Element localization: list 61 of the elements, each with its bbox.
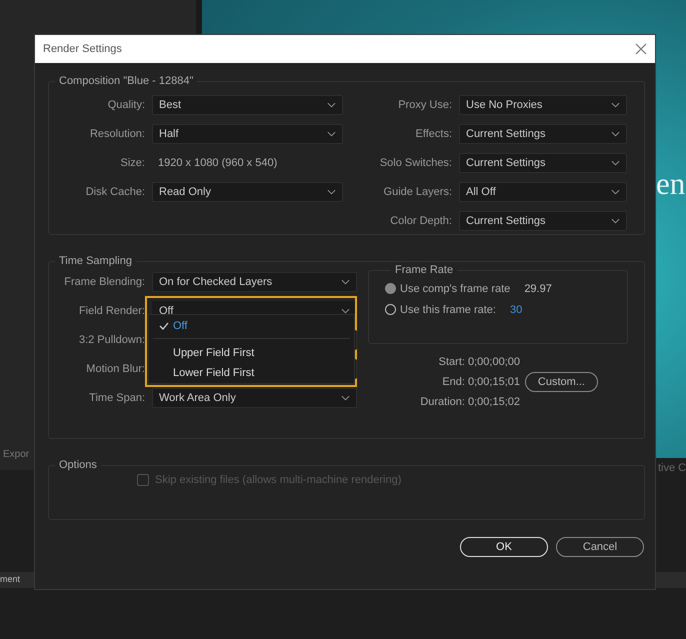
- frame-rate-input[interactable]: 30: [510, 304, 522, 316]
- radio-label[interactable]: Use comp's frame rate: [400, 282, 510, 294]
- chevron-down-icon: [327, 188, 336, 194]
- custom-button[interactable]: Custom...: [524, 372, 598, 392]
- radio-label[interactable]: Use this frame rate:: [400, 304, 496, 316]
- radio-button[interactable]: [385, 283, 396, 294]
- field-label: Field Render:: [78, 304, 145, 316]
- column-header: ment: [0, 574, 20, 584]
- field-label: Resolution:: [88, 128, 145, 140]
- dropdown[interactable]: Half: [152, 124, 343, 144]
- field-label: Size:: [120, 156, 145, 168]
- field-label: Time Span:: [88, 392, 145, 404]
- dropdown[interactable]: Best: [152, 94, 343, 114]
- field-label: Solo Switches:: [378, 156, 452, 168]
- dropdown[interactable]: All Off: [459, 182, 627, 202]
- chevron-down-icon: [327, 102, 336, 108]
- chevron-down-icon: [611, 218, 620, 224]
- panel-label: tive C: [658, 462, 686, 474]
- cancel-button[interactable]: Cancel: [556, 537, 644, 557]
- field-label: Proxy Use:: [397, 98, 452, 110]
- radio-button[interactable]: [385, 304, 396, 315]
- window-title: Render Settings: [43, 43, 122, 55]
- chevron-down-icon: [341, 308, 350, 314]
- chevron-down-icon: [611, 188, 620, 194]
- field-label: Effects:: [414, 128, 452, 140]
- close-icon[interactable]: [635, 43, 647, 55]
- dropdown[interactable]: Current Settings: [459, 152, 627, 172]
- dropdown[interactable]: Current Settings: [459, 124, 627, 144]
- time-readout: End: 0;00;15;01: [442, 376, 520, 388]
- frame-rate-value: 29.97: [524, 282, 552, 294]
- checkmark-icon: [159, 322, 169, 330]
- dropdown[interactable]: Read Only: [152, 182, 343, 202]
- group-title: Composition "Blue - 12884": [58, 75, 194, 87]
- time-readout: Start: 0;00;00;00: [438, 356, 520, 368]
- chevron-down-icon: [327, 130, 336, 136]
- menu-item[interactable]: Upper Field First: [153, 342, 350, 363]
- ok-button[interactable]: OK: [460, 537, 548, 557]
- chevron-down-icon: [341, 394, 350, 400]
- dropdown[interactable]: Work Area Only: [152, 388, 357, 408]
- field-label: Quality:: [106, 98, 145, 110]
- chevron-down-icon: [611, 102, 620, 108]
- dropdown[interactable]: Use No Proxies: [459, 94, 627, 114]
- field-label: Guide Layers:: [382, 186, 452, 198]
- menu-item[interactable]: Lower Field First: [153, 362, 350, 383]
- chevron-down-icon: [341, 278, 350, 284]
- group-title: Frame Rate: [394, 264, 454, 276]
- field-label: Color Depth:: [389, 214, 452, 226]
- field-label: Frame Blending:: [63, 276, 145, 288]
- group-title: Time Sampling: [58, 255, 133, 267]
- dropdown[interactable]: On for Checked Layers: [152, 272, 357, 292]
- time-readout: Duration: 0;00;15;02: [420, 396, 520, 408]
- group-title: Options: [58, 459, 98, 471]
- field-label: 3:2 Pulldown:: [78, 334, 145, 346]
- field-value: 1920 x 1080 (960 x 540): [157, 156, 278, 168]
- field-label: Disk Cache:: [84, 186, 145, 198]
- chevron-down-icon: [611, 130, 620, 136]
- dropdown[interactable]: Current Settings: [459, 210, 627, 230]
- menu-item[interactable]: Off: [153, 315, 350, 339]
- field-label: Motion Blur:: [85, 362, 145, 374]
- chevron-down-icon: [611, 160, 620, 166]
- preview-title-text: en: [656, 168, 686, 199]
